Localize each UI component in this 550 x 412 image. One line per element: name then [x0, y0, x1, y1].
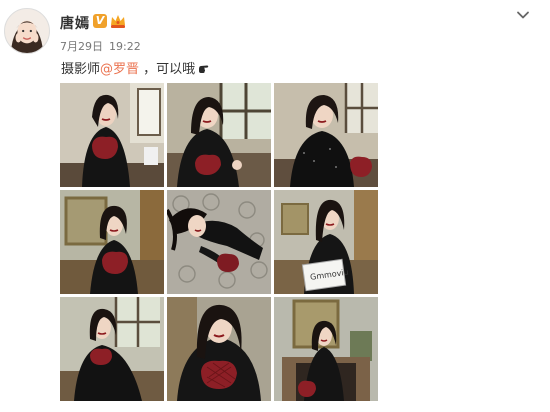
photo-6[interactable]: Gmmoviu: [274, 190, 378, 294]
photo-8[interactable]: [167, 297, 271, 401]
photo-1[interactable]: [60, 83, 164, 187]
post-meta: 7月29日 19:22: [60, 38, 141, 54]
post-text: 摄影师@罗晋 ，可以哦: [61, 58, 209, 77]
photo-4-image: [60, 190, 164, 294]
photo-9[interactable]: [274, 297, 378, 401]
photo-5[interactable]: [167, 190, 271, 294]
author-name[interactable]: 唐嫣: [60, 13, 90, 33]
post-time: 19:22: [109, 40, 141, 53]
photo-9-image: [274, 297, 378, 401]
photo-7-image: [60, 297, 164, 401]
author-avatar[interactable]: [4, 8, 50, 54]
photo-5-image: [167, 190, 271, 294]
photo-1-image: [60, 83, 164, 187]
mention-link[interactable]: @罗晋: [100, 62, 139, 77]
photo-3[interactable]: [274, 83, 378, 187]
chevron-down-icon[interactable]: [516, 8, 530, 22]
photo-2-image: [167, 83, 271, 187]
post-text-prefix: 摄影师: [61, 62, 101, 77]
photo-8-image: [167, 297, 271, 401]
weibo-post-card: 唐嫣 V 7月29日 19:22 摄影师@罗晋 ，可以哦 Gmmoviu: [0, 0, 550, 412]
verified-v-icon: V: [93, 14, 107, 28]
hand-pointing-icon: [199, 65, 209, 73]
avatar-image: [5, 9, 49, 53]
photo-4[interactable]: [60, 190, 164, 294]
photo-2[interactable]: [167, 83, 271, 187]
post-date[interactable]: 7月29日: [60, 40, 103, 53]
vip-crown-icon: [111, 15, 125, 28]
photo-6-image: Gmmoviu: [274, 190, 378, 294]
photo-7[interactable]: [60, 297, 164, 401]
photo-3-image: [274, 83, 378, 187]
photo-grid: Gmmoviu: [60, 83, 378, 401]
post-text-suffix: ，可以哦: [139, 62, 196, 77]
